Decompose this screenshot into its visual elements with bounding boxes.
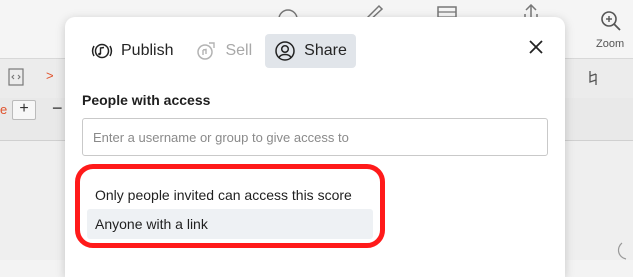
person-icon — [275, 41, 295, 61]
tab-sell-label: Sell — [225, 42, 253, 59]
minus-button[interactable]: − — [52, 99, 63, 117]
plus-button[interactable]: + — [12, 100, 36, 120]
tab-publish[interactable]: Publish — [82, 34, 182, 68]
option-invited-only[interactable]: Only people invited can access this scor… — [87, 180, 373, 210]
zoom-icon[interactable] — [600, 10, 622, 32]
tab-share-label: Share — [304, 42, 347, 59]
natural-sign-icon[interactable] — [588, 70, 598, 86]
tab-share[interactable]: Share — [265, 34, 356, 68]
tab-sell[interactable]: Sell — [186, 34, 261, 68]
music-note-icon — [91, 43, 113, 59]
close-icon[interactable] — [527, 38, 545, 56]
share-dialog: Publish Sell Share People with access On… — [65, 17, 565, 277]
access-search-input[interactable] — [82, 118, 548, 156]
people-with-access-heading: People with access — [82, 92, 211, 108]
tab-publish-label: Publish — [121, 42, 174, 59]
option-anyone-with-link[interactable]: Anyone with a link — [87, 209, 373, 239]
sell-tag-icon — [197, 42, 216, 60]
zoom-label: Zoom — [596, 38, 625, 50]
clef-fragment-icon — [617, 242, 627, 260]
code-file-icon[interactable] — [8, 68, 24, 86]
left-marker-letter: e — [0, 102, 8, 117]
access-options-dropdown: Only people invited can access this scor… — [87, 176, 375, 244]
left-marker-arrow: > — [46, 68, 54, 83]
dialog-tabs: Publish Sell Share — [82, 34, 360, 68]
